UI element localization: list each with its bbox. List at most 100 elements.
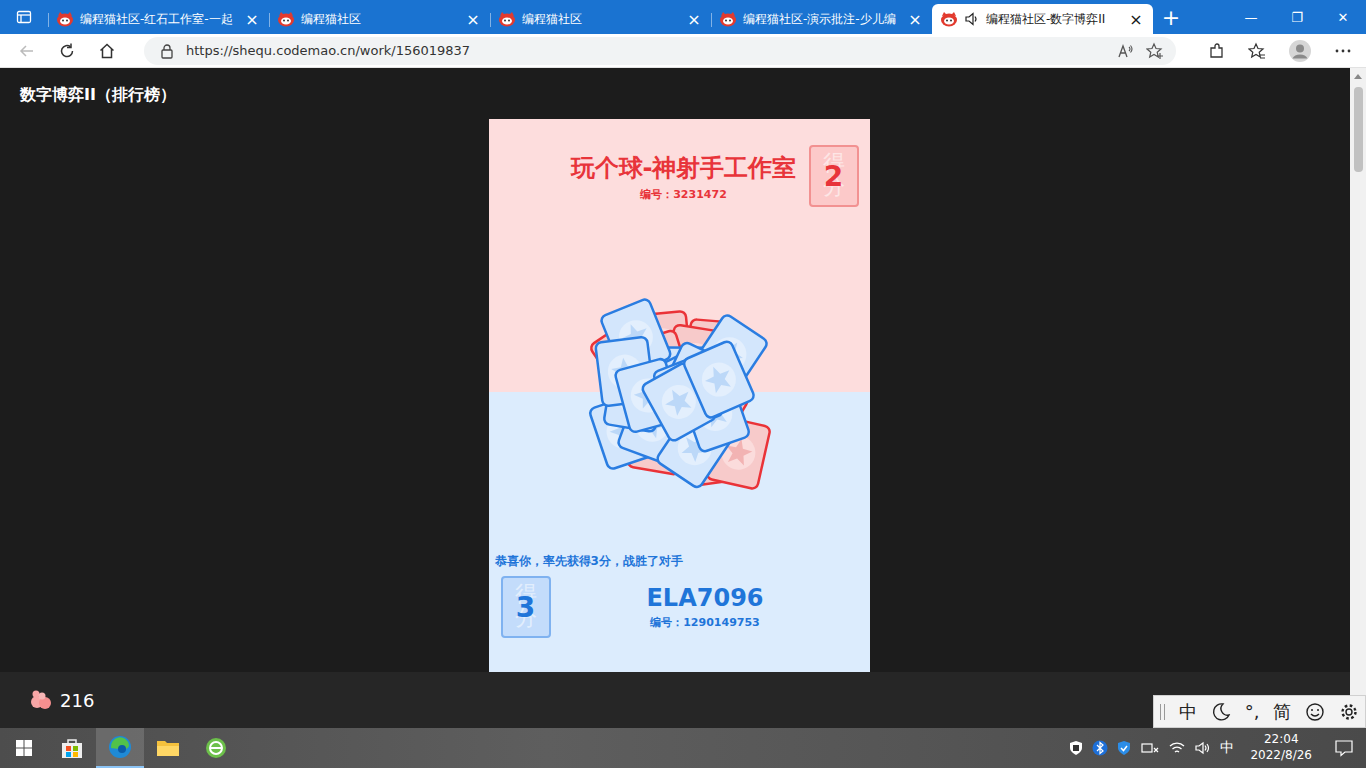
url-text: https://shequ.codemao.cn/work/156019837 [186, 43, 470, 58]
codemao-logo-icon [498, 11, 516, 27]
clock[interactable]: 22:04 2022/8/26 [1242, 732, 1326, 763]
window-control-button[interactable]: ❐ [1274, 0, 1320, 34]
windows-logo-icon [15, 739, 33, 757]
scroll-up-icon[interactable] [1354, 74, 1362, 79]
wifi-icon[interactable] [1168, 740, 1186, 756]
network-warning-icon[interactable] [1140, 740, 1160, 756]
defender-icon[interactable] [1116, 740, 1132, 756]
like-hand-icon[interactable] [28, 688, 54, 712]
refresh-icon[interactable] [58, 42, 76, 60]
card [599, 298, 671, 377]
green-app-icon [204, 736, 228, 760]
card [685, 319, 742, 387]
tab-label: 编程猫社区-演示批注-少儿编 [743, 11, 900, 28]
tab-close-button[interactable]: × [1127, 10, 1145, 29]
page-content: 数字博弈II（排行榜） 玩个球-神射手工作室 编号：3231472 得分 2 恭… [0, 68, 1350, 728]
browser-tab[interactable]: 编程猫社区 × [490, 4, 711, 34]
ime-toolbar: 中 °, 简 [1153, 695, 1366, 728]
scroll-thumb[interactable] [1354, 87, 1363, 172]
card [663, 375, 721, 444]
browser-tab[interactable]: 编程猫社区-红石工作室-一起 × [48, 4, 269, 34]
extensions-icon[interactable] [1208, 42, 1226, 60]
opponent-score: 得分 2 [809, 145, 859, 207]
codemao-logo-icon [940, 11, 958, 27]
work-footer: 216 [0, 672, 1350, 728]
score-value: 2 [824, 160, 843, 193]
ime-button[interactable]: 中 [1179, 700, 1197, 724]
player-name: ELA7096 [646, 584, 763, 612]
new-tab-button[interactable]: + [1153, 5, 1189, 30]
profile-icon[interactable] [1288, 39, 1312, 63]
scrollbar[interactable] [1350, 68, 1366, 728]
card [670, 359, 731, 430]
volume-icon[interactable] [1194, 740, 1212, 756]
codemao-logo-icon [56, 11, 74, 27]
tab-close-button[interactable]: × [685, 10, 703, 29]
card [671, 373, 748, 455]
back-icon[interactable] [18, 42, 36, 60]
card [588, 317, 667, 399]
browser-tab[interactable]: 编程猫社区-数字博弈II × [932, 4, 1153, 34]
start-button[interactable] [0, 728, 48, 768]
tab-label: 编程猫社区-数字博弈II [986, 11, 1121, 28]
card [690, 313, 769, 395]
input-language[interactable]: 中 [1220, 739, 1234, 757]
card [603, 361, 665, 433]
bluetooth-icon[interactable] [1092, 740, 1108, 756]
ime-button[interactable]: 简 [1273, 700, 1291, 724]
player-score: 得分 3 [501, 576, 551, 638]
card [656, 341, 730, 421]
opponent-name: 玩个球-神射手工作室 [571, 152, 797, 184]
card [660, 348, 712, 412]
explorer-button[interactable] [144, 728, 192, 768]
page-area: 数字博弈II（排行榜） 玩个球-神射手工作室 编号：3231472 得分 2 恭… [0, 68, 1366, 728]
url-field[interactable]: https://shequ.codemao.cn/work/156019837 [144, 37, 1176, 65]
ime-button[interactable]: °, [1245, 701, 1260, 722]
gear-icon[interactable] [1339, 702, 1359, 722]
card [633, 385, 707, 465]
card [624, 329, 693, 406]
game-canvas[interactable]: 玩个球-神射手工作室 编号：3231472 得分 2 恭喜你，率先获得3分，战胜… [489, 119, 870, 672]
speaker-icon[interactable] [964, 11, 980, 27]
favorites-icon[interactable] [1248, 42, 1266, 60]
moon-icon[interactable] [1211, 702, 1231, 722]
card [658, 356, 723, 430]
smiley-icon[interactable] [1305, 702, 1325, 722]
more-icon[interactable] [1334, 42, 1352, 60]
store-icon [60, 737, 84, 759]
window-control-button[interactable]: — [1228, 0, 1274, 34]
codemao-logo-icon [719, 11, 737, 27]
edge-button[interactable] [96, 728, 144, 768]
tab-label: 编程猫社区-红石工作室-一起 [80, 11, 237, 28]
ime-grip[interactable] [1160, 704, 1165, 720]
security-shield-icon[interactable] [1068, 740, 1084, 756]
card [680, 375, 750, 453]
browser-tab[interactable]: 编程猫社区 × [269, 4, 490, 34]
tab-close-button[interactable]: × [464, 10, 482, 29]
address-bar: https://shequ.codemao.cn/work/156019837 [0, 34, 1366, 68]
read-aloud-icon[interactable] [1116, 42, 1134, 60]
card [706, 416, 771, 490]
card [682, 340, 755, 419]
browser-tab[interactable]: 编程猫社区-演示批注-少儿编 × [711, 4, 932, 34]
home-icon[interactable] [98, 42, 116, 60]
card [616, 386, 687, 464]
tab-close-button[interactable]: × [906, 10, 924, 29]
stage: 玩个球-神射手工作室 编号：3231472 得分 2 恭喜你，率先获得3分，战胜… [0, 119, 1350, 672]
tab-actions-button[interactable] [0, 0, 48, 34]
store-button[interactable] [48, 728, 96, 768]
card [652, 354, 724, 433]
notification-icon[interactable] [1334, 738, 1354, 758]
tab-close-button[interactable]: × [243, 10, 261, 29]
player-panel: 恭喜你，率先获得3分，战胜了对手 得分 3 ELA7096 编号：1290149… [489, 392, 870, 673]
player-id: 编号：1290149753 [650, 615, 760, 630]
window-control-button[interactable]: ✕ [1320, 0, 1366, 34]
app-button[interactable] [192, 728, 240, 768]
lock-icon[interactable] [160, 43, 174, 59]
tab-label: 编程猫社区 [301, 11, 458, 28]
add-favorite-icon[interactable] [1146, 42, 1164, 60]
tab-label: 编程猫社区 [522, 11, 679, 28]
tab-actions-icon [16, 9, 32, 25]
opponent-id: 编号：3231472 [640, 187, 727, 202]
card [619, 367, 696, 448]
